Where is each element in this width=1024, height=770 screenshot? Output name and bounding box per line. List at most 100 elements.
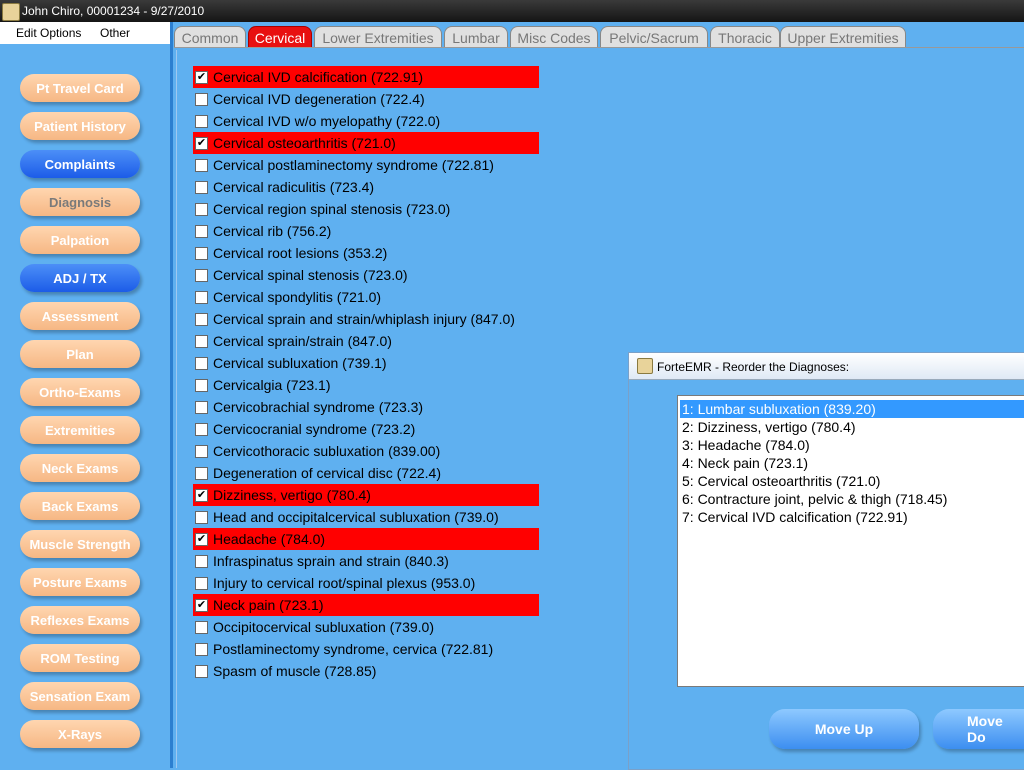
checkbox[interactable] [195,247,208,260]
list-item[interactable]: 4: Neck pain (723.1) [680,454,1024,472]
diagnosis-row[interactable]: Postlaminectomy syndrome, cervica (722.8… [193,638,539,660]
diagnosis-row[interactable]: Cervical spinal stenosis (723.0) [193,264,539,286]
diagnosis-row[interactable]: ✔ Dizziness, vertigo (780.4) [193,484,539,506]
nav-ortho-exams[interactable]: Ortho-Exams [20,378,140,406]
diagnosis-row[interactable]: Cervical sprain/strain (847.0) [193,330,539,352]
tab-underline [174,47,1024,48]
diagnosis-row[interactable]: Cervical subluxation (739.1) [193,352,539,374]
checkbox[interactable] [195,181,208,194]
list-item[interactable]: 6: Contracture joint, pelvic & thigh (71… [680,490,1024,508]
checkbox[interactable]: ✔ [195,533,208,546]
nav-diagnosis[interactable]: Diagnosis [20,188,140,216]
checkbox[interactable] [195,313,208,326]
list-item[interactable]: 2: Dizziness, vertigo (780.4) [680,418,1024,436]
app-icon [2,3,20,21]
diagnosis-row[interactable]: Spasm of muscle (728.85) [193,660,539,682]
checkbox[interactable] [195,115,208,128]
nav-adj-tx[interactable]: ADJ / TX [20,264,140,292]
nav-extremities[interactable]: Extremities [20,416,140,444]
diagnosis-row[interactable]: Cervical sprain and strain/whiplash inju… [193,308,539,330]
menu-other[interactable]: Other [100,26,130,40]
checkbox[interactable] [195,93,208,106]
checkbox[interactable] [195,203,208,216]
menu-edit-options[interactable]: Edit Options [16,26,81,40]
nav-sensation-exam[interactable]: Sensation Exam [20,682,140,710]
diagnosis-row[interactable]: Head and occipitalcervical subluxation (… [193,506,539,528]
nav-neck-exams[interactable]: Neck Exams [20,454,140,482]
checkbox[interactable] [195,225,208,238]
tab-lumbar[interactable]: Lumbar [444,26,508,48]
diagnosis-row[interactable]: ✔ Cervical osteoarthritis (721.0) [193,132,539,154]
tab-thoracic[interactable]: Thoracic [710,26,780,48]
checkbox[interactable] [195,511,208,524]
diagnosis-row[interactable]: Cervicobrachial syndrome (723.3) [193,396,539,418]
dialog-title: ForteEMR - Reorder the Diagnoses: [657,360,850,374]
checkbox[interactable] [195,401,208,414]
diagnosis-order-list[interactable]: 1: Lumbar subluxation (839.20) 2: Dizzin… [677,395,1024,687]
move-up-button[interactable]: Move Up [769,709,919,749]
tab-pelvic-sacrum[interactable]: Pelvic/Sacrum [600,26,708,48]
title-bar: John Chiro, 00001234 - 9/27/2010 [0,0,1024,22]
nav-plan[interactable]: Plan [20,340,140,368]
tab-common[interactable]: Common [174,26,246,48]
nav-muscle-strength[interactable]: Muscle Strength [20,530,140,558]
diagnosis-row[interactable]: Cervicothoracic subluxation (839.00) [193,440,539,462]
checkbox[interactable] [195,467,208,480]
diagnosis-row[interactable]: Cervical rib (756.2) [193,220,539,242]
checkbox[interactable] [195,665,208,678]
checkbox[interactable] [195,423,208,436]
diagnosis-row[interactable]: Degeneration of cervical disc (722.4) [193,462,539,484]
checkbox[interactable]: ✔ [195,599,208,612]
nav-back-exams[interactable]: Back Exams [20,492,140,520]
nav-palpation[interactable]: Palpation [20,226,140,254]
diagnosis-row[interactable]: Cervical spondylitis (721.0) [193,286,539,308]
checkbox[interactable] [195,643,208,656]
checkbox[interactable]: ✔ [195,137,208,150]
diagnosis-row[interactable]: Cervical radiculitis (723.4) [193,176,539,198]
nav-reflexes-exams[interactable]: Reflexes Exams [20,606,140,634]
diagnosis-row[interactable]: Cervicocranial syndrome (723.2) [193,418,539,440]
diagnosis-row[interactable]: Occipitocervical subluxation (739.0) [193,616,539,638]
menu-bar: Edit Options Other [0,22,170,44]
nav-pt-travel-card[interactable]: Pt Travel Card [20,74,140,102]
checkbox[interactable] [195,577,208,590]
checkbox[interactable] [195,291,208,304]
tab-misc-codes[interactable]: Misc Codes [510,26,598,48]
diagnosis-row[interactable]: Cervical IVD degeneration (722.4) [193,88,539,110]
list-item[interactable]: 7: Cervical IVD calcification (722.91) [680,508,1024,526]
diagnosis-row[interactable]: Cervical postlaminectomy syndrome (722.8… [193,154,539,176]
diagnosis-row[interactable]: ✔ Cervical IVD calcification (722.91) [193,66,539,88]
diagnosis-row[interactable]: Cervical IVD w/o myelopathy (722.0) [193,110,539,132]
list-item[interactable]: 3: Headache (784.0) [680,436,1024,454]
diagnosis-row[interactable]: ✔ Neck pain (723.1) [193,594,539,616]
tab-cervical[interactable]: Cervical [248,26,312,48]
diagnosis-row[interactable]: Cervicalgia (723.1) [193,374,539,396]
diagnosis-row[interactable]: Cervical region spinal stenosis (723.0) [193,198,539,220]
dialog-title-bar[interactable]: ForteEMR - Reorder the Diagnoses: [629,353,1024,380]
tab-lower-extremities[interactable]: Lower Extremities [314,26,442,48]
checkbox[interactable] [195,357,208,370]
list-item[interactable]: 1: Lumbar subluxation (839.20) [680,400,1024,418]
nav-complaints[interactable]: Complaints [20,150,140,178]
tab-upper-extremities[interactable]: Upper Extremities [780,26,906,48]
nav-posture-exams[interactable]: Posture Exams [20,568,140,596]
diagnosis-row[interactable]: Injury to cervical root/spinal plexus (9… [193,572,539,594]
checkbox[interactable] [195,555,208,568]
move-down-button[interactable]: Move Do [933,709,1024,749]
nav-x-rays[interactable]: X-Rays [20,720,140,748]
checkbox[interactable] [195,379,208,392]
nav-patient-history[interactable]: Patient History [20,112,140,140]
nav-rom-testing[interactable]: ROM Testing [20,644,140,672]
checkbox[interactable] [195,269,208,282]
checkbox[interactable] [195,445,208,458]
nav-assessment[interactable]: Assessment [20,302,140,330]
diagnosis-row[interactable]: Cervical root lesions (353.2) [193,242,539,264]
checkbox[interactable]: ✔ [195,71,208,84]
list-item[interactable]: 5: Cervical osteoarthritis (721.0) [680,472,1024,490]
checkbox[interactable] [195,159,208,172]
diagnosis-row[interactable]: ✔ Headache (784.0) [193,528,539,550]
checkbox[interactable] [195,621,208,634]
checkbox[interactable]: ✔ [195,489,208,502]
diagnosis-row[interactable]: Infraspinatus sprain and strain (840.3) [193,550,539,572]
checkbox[interactable] [195,335,208,348]
